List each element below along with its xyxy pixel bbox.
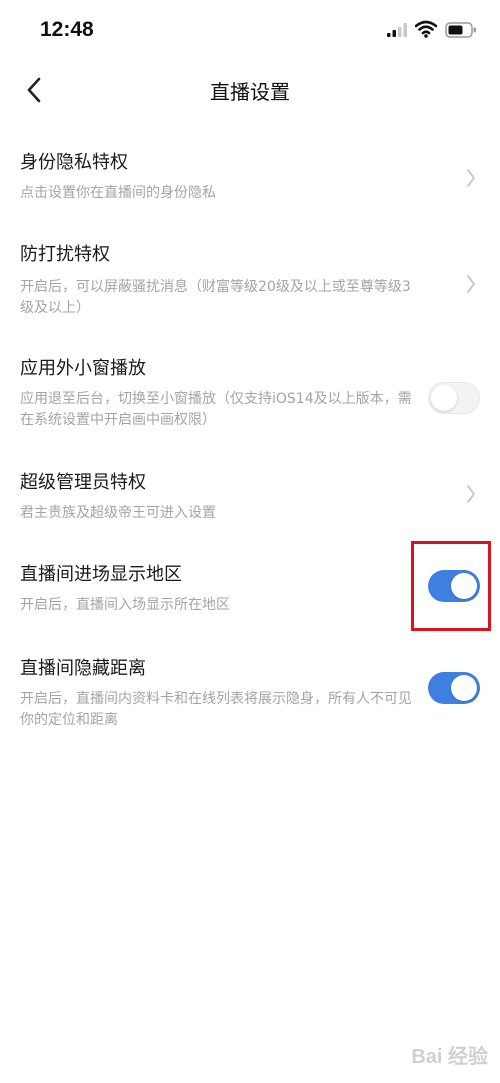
nav-bar: 直播设置 (0, 64, 500, 116)
battery-icon (445, 22, 476, 38)
watermark: Bai 经验 (411, 1046, 488, 1068)
page-title: 直播设置 (210, 80, 290, 104)
setting-hide-distance: 直播间隐藏距离 开启后，直播间内资料卡和在线列表将展示隐身，所有人不可见你的定位… (0, 646, 500, 746)
setting-description: 应用退至后台，切换至小窗播放（仅支持iOS14及以上版本，需在系统设置中开启画中… (20, 391, 412, 428)
setting-super-admin[interactable]: 超级管理员特权 君主贵族及超级帝王可进入设置 (0, 460, 500, 550)
setting-pip-playback: 应用外小窗播放 应用退至后台，切换至小窗播放（仅支持iOS14及以上版本，需在系… (0, 346, 500, 456)
pip-toggle[interactable] (428, 382, 480, 414)
setting-description: 开启后，直播间入场显示所在地区 (20, 597, 230, 613)
setting-title: 超级管理员特权 (20, 472, 146, 493)
status-time: 12:48 (40, 18, 94, 41)
toggle-knob (451, 675, 477, 701)
toggle-knob (431, 385, 457, 411)
chevron-right-icon (467, 169, 475, 187)
setting-title: 直播间隐藏距离 (20, 658, 146, 679)
setting-title: 防打扰特权 (20, 244, 110, 265)
chevron-right-icon (467, 485, 475, 503)
setting-description: 君主贵族及超级帝王可进入设置 (20, 505, 216, 521)
setting-title: 应用外小窗播放 (20, 358, 146, 379)
setting-do-not-disturb[interactable]: 防打扰特权 开启后，可以屏蔽骚扰消息（财富等级20级及以上或至尊等级3级及以上） (0, 232, 500, 342)
setting-identity-privacy[interactable]: 身份隐私特权 点击设置你在直播间的身份隐私 (0, 140, 500, 230)
signal-icon (387, 23, 407, 37)
setting-description: 开启后，直播间内资料卡和在线列表将展示隐身，所有人不可见你的定位和距离 (20, 691, 412, 728)
chevron-right-icon (467, 275, 475, 293)
hide-distance-toggle[interactable] (428, 672, 480, 704)
setting-title: 身份隐私特权 (20, 152, 128, 173)
wifi-icon (415, 20, 437, 38)
status-bar: 12:48 (0, 0, 500, 64)
setting-description: 点击设置你在直播间的身份隐私 (20, 185, 216, 201)
setting-title: 直播间进场显示地区 (20, 564, 182, 585)
setting-description: 开启后，可以屏蔽骚扰消息（财富等级20级及以上或至尊等级3级及以上） (20, 279, 411, 316)
highlight-box (411, 541, 491, 631)
